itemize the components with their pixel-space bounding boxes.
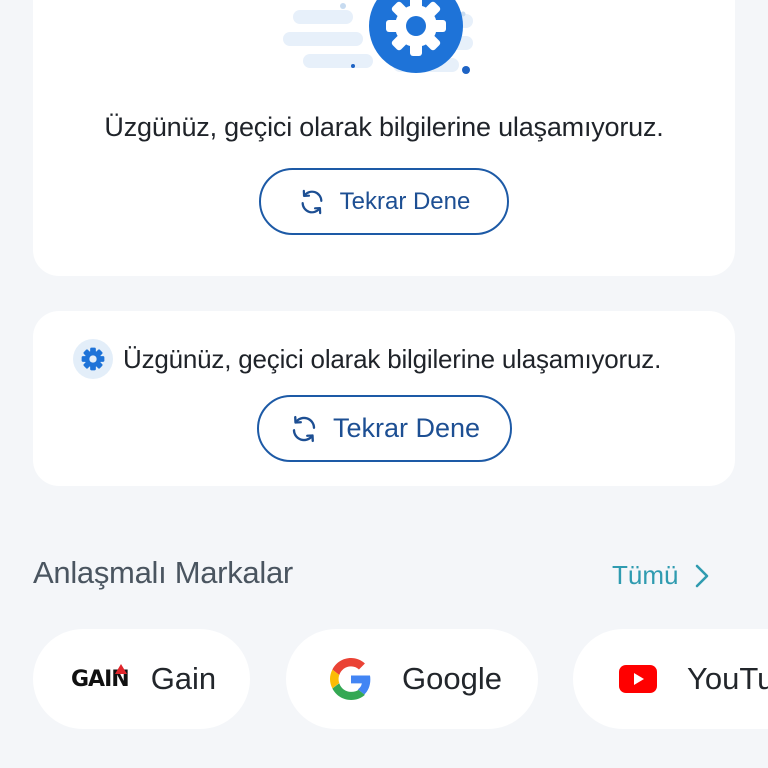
error-card-small: Üzgünüz, geçici olarak bilgilerine ulaşa… bbox=[33, 311, 735, 486]
gain-logo-accent bbox=[115, 663, 127, 674]
gear-icon bbox=[73, 339, 113, 379]
brand-name: Google bbox=[402, 661, 502, 696]
google-logo bbox=[330, 658, 372, 700]
youtube-logo bbox=[619, 665, 657, 693]
brand-card-youtube[interactable]: YouTube bbox=[573, 629, 768, 729]
error-message: Üzgünüz, geçici olarak bilgilerine ulaşa… bbox=[104, 112, 664, 142]
page: Üzgünüz, geçici olarak bilgilerine ulaşa… bbox=[0, 0, 768, 768]
retry-button-label: Tekrar Dene bbox=[332, 413, 481, 443]
brand-card-google[interactable]: Google bbox=[286, 629, 538, 729]
refresh-icon bbox=[298, 188, 326, 216]
error-message-row: Üzgünüz, geçici olarak bilgilerine ulaşa… bbox=[73, 339, 661, 379]
chevron-right-icon bbox=[694, 563, 710, 589]
see-all-link[interactable]: Tümü bbox=[612, 560, 710, 591]
retry-button-label: Tekrar Dene bbox=[339, 187, 471, 215]
brand-card-gain[interactable]: GAIN Gain bbox=[33, 629, 250, 729]
retry-button[interactable]: Tekrar Dene bbox=[259, 168, 509, 235]
error-illustration bbox=[283, 0, 473, 74]
brand-name: YouTube bbox=[687, 661, 768, 696]
gain-logo: GAIN bbox=[71, 663, 130, 692]
error-message: Üzgünüz, geçici olarak bilgilerine ulaşa… bbox=[123, 343, 662, 374]
refresh-icon bbox=[289, 414, 319, 444]
error-card-large: Üzgünüz, geçici olarak bilgilerine ulaşa… bbox=[33, 0, 735, 276]
see-all-label: Tümü bbox=[612, 560, 679, 590]
retry-button[interactable]: Tekrar Dene bbox=[257, 395, 512, 462]
brand-name: Gain bbox=[150, 661, 217, 696]
section-title: Anlaşmalı Markalar bbox=[33, 555, 293, 590]
